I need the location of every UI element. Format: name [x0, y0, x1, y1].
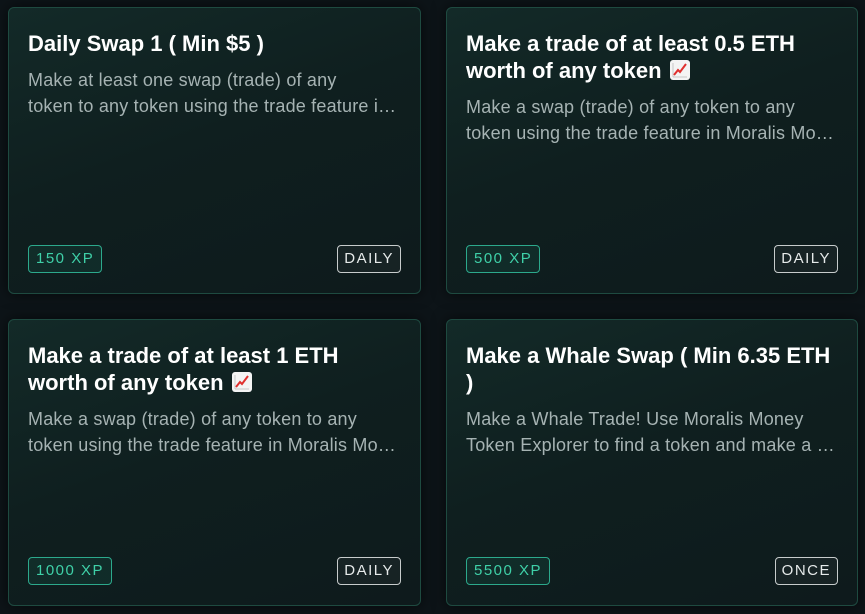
quest-card-whale-swap[interactable]: Make a Whale Swap ( Min 6.35 ETH ) Make …: [446, 319, 858, 606]
chart-increasing-icon: [669, 60, 690, 80]
quest-description: Make at least one swap (trade) of any to…: [28, 70, 400, 116]
quest-title: Make a trade of at least 1 ETH worth of …: [28, 343, 339, 395]
frequency-badge: ONCE: [774, 557, 838, 585]
frequency-badge: DAILY: [337, 557, 401, 585]
xp-badge: 150 XP: [28, 245, 103, 273]
quest-card-trade-1-eth[interactable]: Make a trade of at least 1 ETH worth of …: [8, 319, 421, 606]
chart-increasing-icon: [231, 372, 252, 392]
quest-title: Make a trade of at least 0.5 ETH worth o…: [466, 31, 795, 83]
xp-badge: 1000 XP: [28, 557, 113, 585]
quest-title: Daily Swap 1 ( Min $5 ): [28, 31, 264, 56]
frequency-badge: DAILY: [774, 245, 838, 273]
quest-title: Make a Whale Swap ( Min 6.35 ETH ): [466, 343, 831, 395]
quest-description: Make a swap (trade) of any token to any …: [28, 409, 400, 455]
frequency-badge: DAILY: [337, 245, 401, 273]
quest-description: Make a swap (trade) of any token to any …: [466, 97, 837, 143]
quest-card-daily-swap[interactable]: Daily Swap 1 ( Min $5 ) Make at least on…: [8, 7, 421, 294]
quest-card-trade-0-5-eth[interactable]: Make a trade of at least 0.5 ETH worth o…: [446, 7, 858, 294]
xp-badge: 5500 XP: [466, 557, 551, 585]
quest-description: Make a Whale Trade! Use Moralis Money To…: [466, 409, 837, 455]
xp-badge: 500 XP: [466, 245, 541, 273]
quest-grid: Daily Swap 1 ( Min $5 ) Make at least on…: [0, 0, 865, 614]
